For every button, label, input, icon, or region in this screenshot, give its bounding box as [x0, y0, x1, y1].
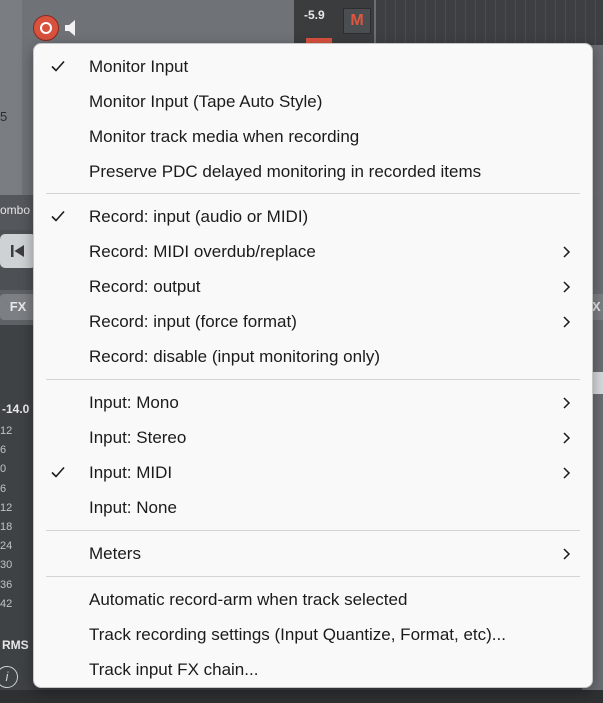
menu-item-record-output[interactable]: Record: output [34, 269, 592, 304]
menu-item-monitor-input-tape-auto[interactable]: Monitor Input (Tape Auto Style) [34, 84, 592, 119]
track-edge [0, 0, 23, 195]
combo-label: ombo [0, 203, 31, 217]
menu-item-label: Meters [89, 544, 141, 563]
menu-item-label: Record: output [89, 277, 201, 296]
check-icon [51, 210, 65, 222]
check-icon [51, 466, 65, 478]
skip-to-start-icon [11, 245, 24, 257]
meter-db-readout: -14.0 [2, 402, 30, 416]
speaker-icon-graphic [65, 20, 75, 36]
arrange-grid [376, 0, 603, 45]
menu-item-monitor-track-media[interactable]: Monitor track media when recording [34, 119, 592, 154]
chevron-right-icon [563, 281, 571, 293]
chevron-right-icon [563, 316, 571, 328]
meter-scale-tick: 42 [0, 597, 13, 610]
fx-button[interactable]: FX [0, 294, 36, 320]
menu-item-label: Record: MIDI overdub/replace [89, 242, 316, 261]
check-icon [51, 60, 65, 72]
rms-label: RMS [2, 638, 29, 652]
mute-button[interactable]: M [343, 8, 371, 34]
meter-scale: 12 6 0 6 12 18 24 30 36 42 [0, 422, 12, 614]
meter-scale-tick: 30 [0, 559, 13, 572]
menu-item-label: Input: None [89, 498, 177, 517]
meter-scale-tick: 36 [0, 578, 13, 591]
chevron-right-icon [563, 432, 571, 444]
volume-readout: -5.9 [304, 8, 325, 22]
menu-item-label: Record: disable (input monitoring only) [89, 347, 381, 366]
menu-item-preserve-pdc[interactable]: Preserve PDC delayed monitoring in recor… [34, 154, 592, 189]
chevron-right-icon [563, 548, 571, 560]
menu-item-input-none[interactable]: Input: None [34, 490, 592, 525]
skip-to-start-button[interactable] [0, 234, 36, 268]
menu-item-label: Automatic record-arm when track selected [89, 590, 408, 609]
menu-item-input-midi[interactable]: Input: MIDI [34, 455, 592, 490]
meter-scale-tick: 12 [0, 501, 13, 514]
menu-item-label: Preserve PDC delayed monitoring in recor… [89, 162, 482, 181]
meter-scale-tick: 6 [0, 444, 7, 457]
menu-item-label: Track input FX chain... [89, 660, 259, 679]
meter-scale-tick: 24 [0, 540, 13, 553]
menu-item-track-input-fx-chain[interactable]: Track input FX chain... [34, 652, 592, 687]
menu-item-label: Monitor Input [89, 57, 189, 76]
menu-item-label: Input: Mono [89, 393, 179, 412]
menu-separator [46, 576, 580, 577]
menu-separator [46, 530, 580, 531]
menu-item-label: Input: Stereo [89, 428, 187, 447]
menu-item-record-disable[interactable]: Record: disable (input monitoring only) [34, 339, 592, 374]
menu-item-record-input[interactable]: Record: input (audio or MIDI) [34, 199, 592, 234]
speaker-icon[interactable] [63, 18, 85, 38]
chevron-right-icon [563, 397, 571, 409]
meter-scale-tick: 6 [0, 482, 7, 495]
menu-item-label: Record: input (force format) [89, 312, 297, 331]
meter-scale-tick: 0 [0, 463, 7, 476]
menu-item-input-stereo[interactable]: Input: Stereo [34, 420, 592, 455]
menu-item-label: Monitor track media when recording [89, 127, 360, 146]
menu-item-input-mono[interactable]: Input: Mono [34, 385, 592, 420]
menu-item-auto-record-arm[interactable]: Automatic record-arm when track selected [34, 582, 592, 617]
menu-item-track-recording-settings[interactable]: Track recording settings (Input Quantize… [34, 617, 592, 652]
menu-item-label: Monitor Input (Tape Auto Style) [89, 92, 323, 111]
menu-item-record-force-format[interactable]: Record: input (force format) [34, 304, 592, 339]
record-context-menu: Monitor Input Monitor Input (Tape Auto S… [33, 43, 593, 688]
menu-item-monitor-input[interactable]: Monitor Input [34, 49, 592, 84]
meter-scale-tick: 12 [0, 425, 13, 437]
record-arm-button[interactable] [33, 15, 59, 41]
menu-separator [46, 193, 580, 194]
meter-scale-tick: 18 [0, 521, 13, 534]
chevron-right-icon [563, 467, 571, 479]
menu-item-label: Input: MIDI [89, 463, 173, 482]
menu-item-label: Track recording settings (Input Quantize… [89, 625, 506, 644]
track-number: 5 [0, 109, 8, 124]
chevron-right-icon [563, 246, 571, 258]
menu-item-record-midi-overdub[interactable]: Record: MIDI overdub/replace [34, 234, 592, 269]
menu-separator [46, 379, 580, 380]
menu-item-label: Record: input (audio or MIDI) [89, 207, 309, 226]
menu-item-meters[interactable]: Meters [34, 536, 592, 571]
bottom-bar [0, 690, 603, 703]
